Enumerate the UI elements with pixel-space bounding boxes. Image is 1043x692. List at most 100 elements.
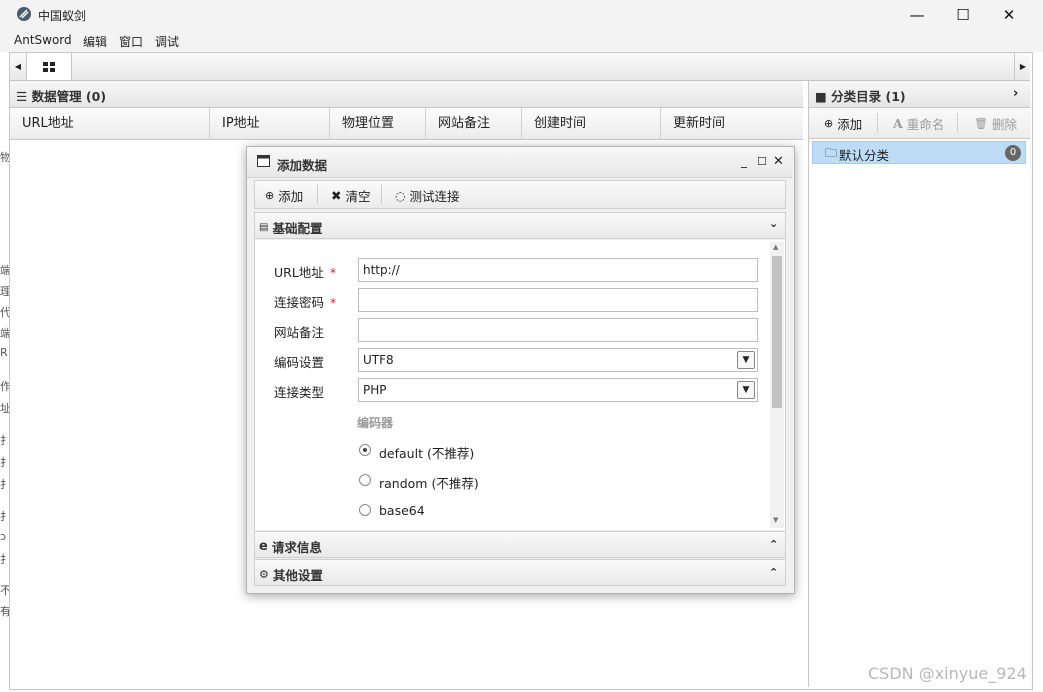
scroll-down-icon[interactable]: ▼ [773,516,778,524]
accordion-request-info[interactable] [254,531,786,558]
dialog-maximize-button[interactable]: ☐ [757,155,767,168]
url-input[interactable]: http:// [358,258,758,282]
chevron-down-icon: ▼ [737,351,755,369]
encoder-default-radio[interactable] [359,444,371,456]
clipped-text: 扌 [0,510,9,523]
trash-icon: 🗑 [974,117,988,130]
plus-circle-icon: ⊕ [824,117,834,130]
ie-icon: e [259,539,268,554]
menu-edit[interactable]: 编辑 [83,33,107,50]
minimize-icon: — [909,6,925,24]
maximize-button[interactable]: ☐ [940,0,986,30]
menu-debug[interactable]: 调试 [155,33,179,50]
clipped-text: 理 [0,285,9,298]
column-ip[interactable]: IP地址 [210,108,330,139]
scroll-up-icon[interactable]: ▲ [773,243,778,251]
dialog-close-button[interactable]: ✕ [773,154,784,169]
title-bar [0,0,1043,30]
category-delete-button[interactable]: 🗑 删除 [974,114,1017,133]
tab-home[interactable] [26,53,72,80]
window-icon [257,155,270,170]
category-count-badge: 0 [1005,145,1021,161]
chevron-down-icon: ▼ [737,381,755,399]
category-rename-button[interactable]: A 重命名 [893,114,944,133]
dialog-minimize-button[interactable]: _ [741,154,747,168]
column-note[interactable]: 网站备注 [426,108,522,139]
dialog-titlebar[interactable] [247,147,792,178]
accordion-request-title: e 请求信息 [259,539,322,555]
password-label: 连接密码 * [274,295,337,310]
menu-window[interactable]: 窗口 [119,33,143,50]
tab-scroll-left-button[interactable]: ◀ [10,53,26,80]
clipped-text: 扌 [0,478,9,491]
dialog-test-connection-button[interactable]: ◌ 测试连接 [395,186,460,205]
maximize-icon: ☐ [956,6,970,24]
app-logo-icon [17,7,31,21]
clipped-text: 扌 [0,553,9,566]
grid-icon [43,61,55,72]
minimize-button[interactable]: — [894,0,940,30]
column-url[interactable]: URL地址 [10,108,210,139]
column-created[interactable]: 创建时间 [522,108,661,139]
clipped-text: 址 [0,402,9,415]
clipped-text: ɔ [0,530,7,543]
dialog-title: 添加数据 [277,158,328,173]
close-icon: ✕ [1002,6,1016,24]
menu-antsword[interactable]: AntSword [14,33,72,47]
gears-icon: ⚙ [259,568,269,581]
scrollbar-thumb[interactable] [772,256,782,408]
data-manager-header [10,81,803,108]
x-icon: ✖ [331,188,342,203]
list-icon: ☰ [16,89,28,104]
chevron-right-icon: › [1013,86,1019,101]
column-location[interactable]: 物理位置 [330,108,426,139]
chevron-up-icon[interactable]: ⌃ [769,538,778,551]
category-add-button[interactable]: ⊕ 添加 [824,114,862,133]
category-list [809,139,1030,687]
clipped-text: 代 [0,306,9,319]
folder-open-icon: 🗀 [825,146,838,160]
toolbar-separator [381,184,382,204]
type-select[interactable]: PHP [358,378,758,402]
column-updated[interactable]: 更新时间 [661,108,803,139]
spinner-icon: ◌ [395,188,406,203]
password-input[interactable] [358,288,758,312]
clipped-text: 端 [0,327,9,340]
category-item-label: 默认分类 [839,148,890,163]
clipped-text: 不 [0,584,9,597]
watermark: CSDN @xinyue_924 [868,664,1027,683]
tab-bar [10,53,1030,81]
encoder-default-label[interactable]: default (不推荐) [379,443,474,462]
file-icon: ▤ [259,222,269,233]
encoder-random-radio[interactable] [359,474,371,486]
accordion-basic-title: ▤ 基础配置 [259,221,323,236]
encoding-select[interactable]: UTF8 [358,348,758,372]
toolbar-separator [957,113,958,133]
accordion-other-settings[interactable] [254,559,786,586]
close-button[interactable]: ✕ [986,0,1032,30]
dialog-add-button[interactable]: ⊕ 添加 [265,186,303,205]
dialog-clear-button[interactable]: ✖ 清空 [331,186,371,205]
note-input[interactable] [358,318,758,342]
encoder-base64-label[interactable]: base64 [379,503,425,518]
maximize-icon: ☐ [757,155,767,168]
toolbar-separator [877,113,878,133]
note-label: 网站备注 [274,325,325,340]
encoder-random-label[interactable]: random (不推荐) [379,473,479,492]
tab-scroll-right-button[interactable]: ▶ [1014,53,1031,80]
radio-selected-dot [363,448,367,452]
caret-left-icon: ◀ [14,62,22,71]
font-icon: A [893,116,903,131]
category-title: ■ 分类目录 (1) [815,89,906,104]
chevron-up-icon[interactable]: ⌃ [769,566,778,579]
window-title: 中国蚁剑 [38,9,87,23]
accordion-basic-config[interactable] [254,212,786,239]
collapse-category-button[interactable]: › [1013,86,1018,101]
clipped-text: R [0,346,8,359]
clipped-text: 物 [0,151,9,164]
clipped-text: 作 [0,380,9,393]
folder-icon: ■ [815,89,827,104]
chevron-down-icon[interactable]: ⌄ [769,217,778,230]
encoder-base64-radio[interactable] [359,504,371,516]
clipped-text: 有 [0,605,9,618]
